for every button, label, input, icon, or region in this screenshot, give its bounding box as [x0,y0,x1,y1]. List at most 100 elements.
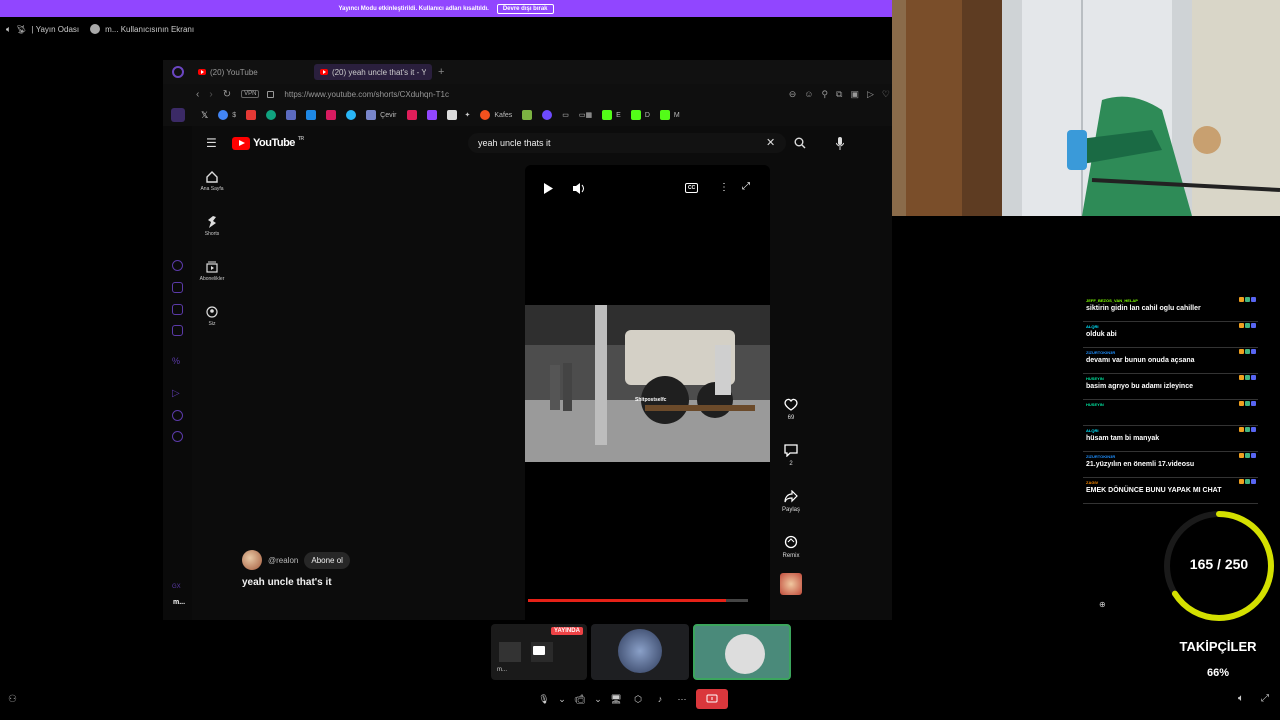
folder-icon[interactable]: ▭ [562,111,569,119]
zoom-overlay-icon[interactable]: ⊕ [1099,600,1106,609]
user-settings-icon[interactable]: ⚇ [8,694,17,705]
youtube-logo[interactable]: YouTube TR [232,136,304,150]
badge-icon [1239,375,1244,380]
participant-tile[interactable] [591,624,689,680]
proton-icon[interactable] [542,110,553,120]
volume-icon[interactable]: 🔈︎ [1238,693,1244,704]
kafes-icon[interactable] [480,110,491,120]
mic-icon[interactable]: 🎙︎ [536,691,552,707]
bookmark-e[interactable]: E [616,112,621,119]
captions-icon[interactable]: CC [685,183,699,193]
disconnect-button[interactable] [696,689,728,709]
vpn-icon[interactable]: % [172,356,183,367]
sparkle-icon[interactable]: ✦ [465,111,471,119]
channel-avatar[interactable] [242,550,262,570]
twitch-icon[interactable] [426,110,437,120]
activities-icon[interactable]: ⬡ [630,691,646,707]
more-options-icon[interactable]: ⋮ [719,182,729,193]
discord-icon[interactable] [446,110,457,120]
subscribe-button[interactable]: Abone ol [304,551,350,569]
docs-icon[interactable] [286,110,297,120]
opera-logo-icon[interactable] [172,66,184,78]
bookmark-m[interactable]: M [674,112,680,119]
comment-button[interactable]: 2 [775,444,807,467]
nav-you[interactable]: Siz [192,306,232,327]
chat-username: JEFF_BEZOS_VAN_HELAP [1086,298,1138,303]
translate-icon[interactable] [366,110,377,120]
cloud-icon[interactable] [306,110,317,120]
tab-label: (20) YouTube [210,67,258,77]
clear-search-icon[interactable]: ✕ [766,136,775,149]
youtube-bookmark-icon[interactable] [246,110,257,120]
screen-share-icon[interactable]: 🖥︎ [608,691,624,707]
vpn-badge[interactable]: VPN [241,90,260,98]
bag-icon[interactable] [172,282,183,293]
webcam-feed [892,0,1280,216]
kick-d-icon[interactable] [630,110,641,120]
badge-icon [1251,453,1256,458]
badge-icon [1245,297,1250,302]
snapshot-icon[interactable]: ⧉ [836,89,842,100]
history-icon[interactable] [172,260,183,271]
send-icon[interactable]: ▷ [867,89,874,100]
bookmark-cevir[interactable]: Çevir [380,112,396,119]
crypto-icon[interactable] [172,325,183,336]
url-field[interactable]: https://www.youtube.com/shorts/CXduhqn-T… [284,90,449,99]
heart-icon[interactable]: ♡ [882,89,890,100]
mic-icon[interactable] [836,137,844,150]
new-tab-button[interactable]: + [438,66,444,78]
folder-grid-icon[interactable]: ▭▦ [579,111,592,119]
fullscreen-icon[interactable]: ⤢ [1261,693,1269,704]
dollar-icon[interactable]: $ [232,112,236,119]
kick-e-icon[interactable] [602,110,613,120]
like-button[interactable]: 69 [775,398,807,421]
channel-name[interactable]: @realon [268,556,298,565]
hamburger-menu-icon[interactable]: ☰ [206,136,217,150]
fullscreen-icon[interactable]: ⤢ [742,181,750,192]
search-input[interactable]: yeah uncle thats it [468,133,786,153]
slack-icon[interactable] [406,110,417,120]
play-icon[interactable] [543,183,554,194]
more-icon[interactable]: ⋯ [674,691,690,707]
nav-shorts[interactable]: Shorts [192,216,232,237]
messenger-icon[interactable] [172,304,183,315]
soundboard-icon[interactable]: ♪ [652,691,668,707]
chevron-down-icon[interactable]: ⌄ [594,691,602,707]
kick-m-icon[interactable] [659,110,670,120]
google-icon[interactable] [218,110,229,120]
back-icon[interactable]: ‹ [196,89,199,100]
reload-icon[interactable]: ↻ [223,89,231,100]
bookmark-kafes[interactable]: Kafes [494,112,512,119]
camera-icon[interactable]: 📹︎ [572,691,588,707]
maps-icon[interactable] [522,110,533,120]
forward-icon[interactable]: › [209,89,212,100]
instagram-icon[interactable] [326,110,337,120]
shorts-player[interactable]: CC ⋮ ⤢ Shitpostselfc [525,165,770,620]
webcam-tile[interactable] [693,624,791,680]
settings-icon[interactable] [172,431,183,442]
home-icon[interactable] [171,108,185,122]
x-icon[interactable]: 𝕏 [201,110,208,121]
nav-subscriptions[interactable]: Abonelikler [192,261,232,282]
chatgpt-icon[interactable] [266,110,277,120]
chat-username: ZAGIV [1086,480,1099,485]
tab-shorts-video[interactable]: (20) yeah uncle that's it - Y [314,64,432,80]
clock-icon[interactable] [172,410,183,421]
nav-home[interactable]: Ana Sayfa [192,171,232,192]
extensions-icon[interactable]: ⚲ [821,89,828,100]
bookmark-d[interactable]: D [645,112,650,119]
speaker-icon[interactable]: 🔈︎ [6,24,11,35]
video-progress-track[interactable] [528,599,748,602]
stream-thumbnail[interactable]: YAYINDA m... [491,624,587,680]
opera-sidebar: % ▷ GX m... [163,126,192,620]
remix-button[interactable]: Remix [775,535,807,559]
tab-youtube-home[interactable]: (20) YouTube [192,64,314,80]
wallet-icon[interactable]: ▣ [850,89,859,100]
share-button[interactable]: Paylaş [775,490,807,513]
volume-icon[interactable] [573,183,585,194]
disable-streamer-mode-button[interactable]: Devre dışı bırak [496,3,554,14]
player-icon[interactable]: ▷ [172,388,183,399]
sound-avatar[interactable] [780,573,802,595]
telegram-icon[interactable] [346,110,357,120]
chevron-down-icon[interactable]: ⌄ [558,691,566,707]
